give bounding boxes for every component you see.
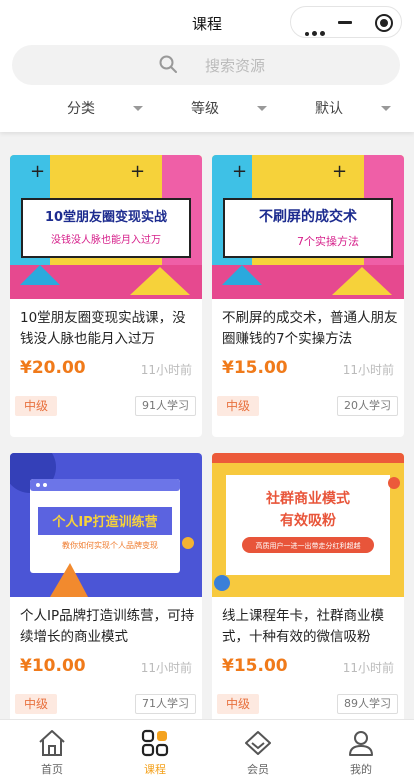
minimize-icon[interactable] — [338, 21, 352, 24]
filter-category-label: 分类 — [67, 101, 95, 117]
course-time: 11小时前 — [140, 661, 192, 675]
mini-program-capsule — [290, 6, 402, 38]
course-banner-image: 社群商业模式 有效吸粉 高质用户一进一出带走分红利超越 — [212, 453, 404, 597]
search-placeholder: 搜索资源 — [205, 57, 266, 75]
filter-level[interactable]: 等级 — [191, 98, 267, 118]
home-icon — [39, 730, 65, 756]
course-price: ¥15.00 — [222, 358, 288, 378]
banner-title: 社群商业模式 — [265, 490, 350, 507]
course-banner-image: + + 不刷屏的成交术 7个实操方法 — [212, 155, 404, 299]
banner-title: 10堂朋友圈变现实战 — [45, 209, 167, 225]
svg-text:+: + — [232, 161, 247, 182]
learners-badge: 71人学习 — [135, 694, 196, 714]
learners-badge: 20人学习 — [337, 396, 398, 416]
banner-subtitle: 教你如何实现个人品牌变现 — [62, 540, 158, 550]
course-time: 11小时前 — [342, 661, 394, 675]
course-price: ¥10.00 — [20, 656, 86, 676]
close-target-icon[interactable] — [375, 14, 393, 32]
course-card[interactable]: 社群商业模式 有效吸粉 高质用户一进一出带走分红利超越 线上课程年卡，社群商业模… — [212, 453, 404, 735]
level-badge: 中级 — [15, 396, 57, 416]
course-price: ¥20.00 — [20, 358, 86, 378]
course-card[interactable]: + + 10堂朋友圈变现实战 没钱没人脉也能月入过万 10堂朋友圈变现实战课，没… — [10, 155, 202, 437]
top-bar: 课程 搜索资源 分类 等级 默认 — [0, 0, 414, 132]
tab-home[interactable]: 首页 — [0, 720, 104, 781]
banner-subtitle: 7个实操方法 — [297, 234, 359, 248]
banner-title: 个人IP打造训练营 — [51, 514, 157, 530]
more-icon[interactable] — [305, 21, 328, 40]
tab-member[interactable]: 会员 — [206, 720, 310, 781]
bottom-tab-bar: 首页 课程 会员 我的 — [0, 719, 414, 781]
filter-sort[interactable]: 默认 — [315, 98, 391, 118]
tab-member-label: 会员 — [247, 763, 269, 776]
banner-subtitle: 没钱没人脉也能月入过万 — [51, 233, 161, 246]
course-card[interactable]: 个人IP打造训练营 教你如何实现个人品牌变现 个人IP品牌打造训练营，可持续增长… — [10, 453, 202, 735]
course-time: 11小时前 — [342, 363, 394, 377]
banner-title: 不刷屏的成交术 — [259, 208, 357, 225]
course-price: ¥15.00 — [222, 656, 288, 676]
tab-course[interactable]: 课程 — [103, 720, 207, 781]
svg-text:+: + — [130, 161, 145, 182]
course-title: 个人IP品牌打造训练营，可持续增长的商业模式 — [20, 608, 195, 645]
course-banner-image: 个人IP打造训练营 教你如何实现个人品牌变现 — [10, 453, 202, 597]
learners-badge: 89人学习 — [337, 694, 398, 714]
search-icon — [159, 55, 177, 73]
diamond-icon — [245, 731, 271, 755]
level-badge: 中级 — [217, 694, 259, 714]
learners-badge: 91人学习 — [135, 396, 196, 416]
course-title: 线上课程年卡，社群商业模式，十种有效的微信吸粉 — [222, 608, 384, 645]
course-title: 10堂朋友圈变现实战课，没钱没人脉也能月入过万 — [20, 310, 186, 347]
chevron-down-icon — [381, 106, 391, 111]
filter-sort-label: 默认 — [315, 101, 343, 117]
level-badge: 中级 — [15, 694, 57, 714]
tab-home-label: 首页 — [41, 763, 63, 776]
course-time: 11小时前 — [140, 363, 192, 377]
banner-subtitle: 有效吸粉 — [280, 512, 336, 529]
filter-bar: 分类 等级 默认 — [0, 98, 414, 120]
svg-text:+: + — [30, 161, 45, 182]
chevron-down-icon — [257, 106, 267, 111]
tab-course-label: 课程 — [144, 763, 166, 776]
search-bar[interactable]: 搜索资源 — [12, 45, 400, 85]
banner-tagline: 高质用户一进一出带走分红利超越 — [256, 541, 361, 550]
course-card[interactable]: + + 不刷屏的成交术 7个实操方法 不刷屏的成交术，普通人朋友圈赚钱的7个实操… — [212, 155, 404, 437]
level-badge: 中级 — [217, 396, 259, 416]
course-title: 不刷屏的成交术，普通人朋友圈赚钱的7个实操方法 — [222, 310, 398, 347]
tab-mine-label: 我的 — [350, 763, 372, 776]
filter-category[interactable]: 分类 — [67, 98, 143, 118]
tab-mine[interactable]: 我的 — [309, 720, 413, 781]
course-grid-icon — [141, 729, 169, 757]
svg-text:+: + — [332, 161, 347, 182]
filter-level-label: 等级 — [191, 101, 219, 117]
chevron-down-icon — [133, 106, 143, 111]
course-banner-image: + + 10堂朋友圈变现实战 没钱没人脉也能月入过万 — [10, 155, 202, 299]
user-icon — [349, 731, 373, 756]
